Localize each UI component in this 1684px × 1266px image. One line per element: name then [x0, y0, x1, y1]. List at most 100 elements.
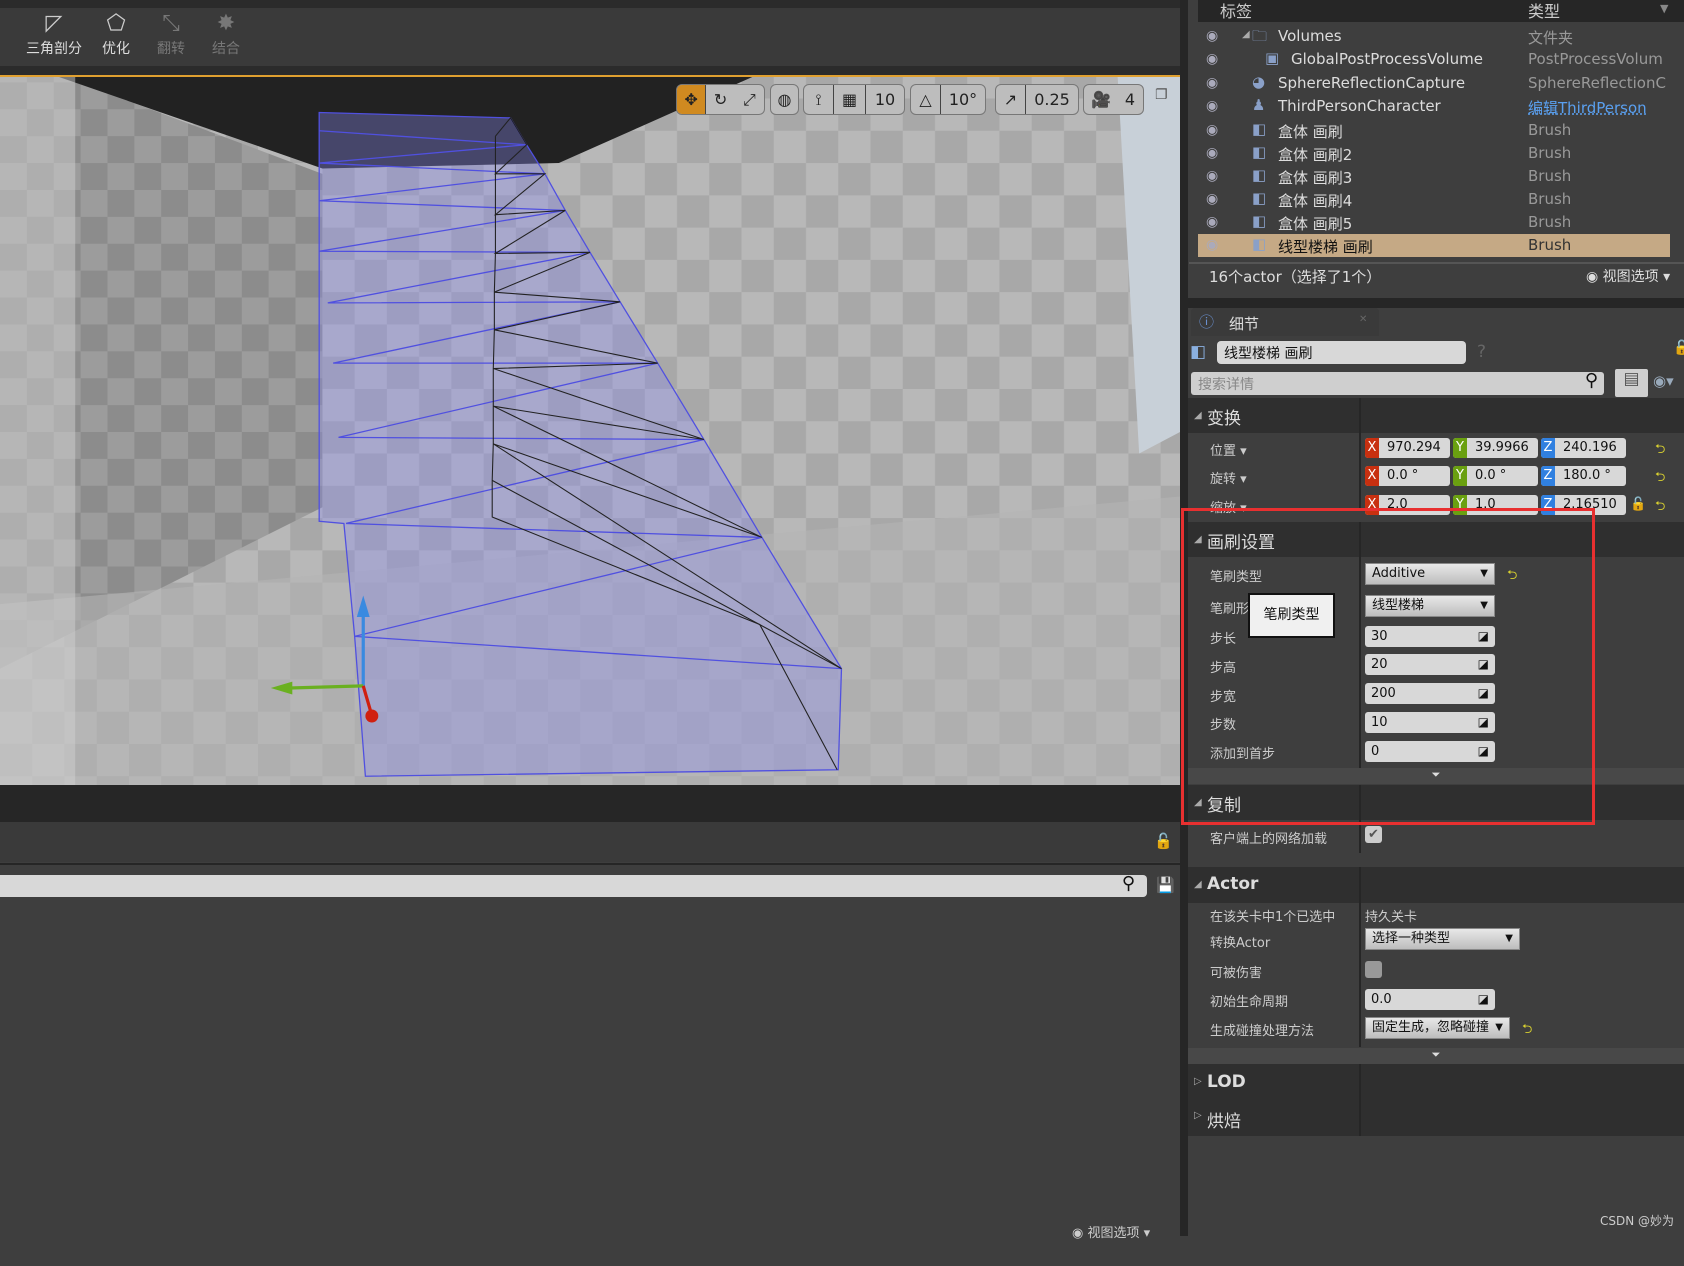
visibility-eye-icon[interactable]: ◉: [1206, 122, 1218, 138]
grid-icon[interactable]: ▦: [834, 85, 866, 114]
toolbar-partial-button[interactable]: ▯刷: [0, 10, 22, 58]
net-load-checkbox[interactable]: ✔: [1365, 826, 1382, 843]
section-brush-settings[interactable]: ◢ 画刷设置: [1188, 522, 1684, 557]
surface-snap-icon[interactable]: ⟟: [804, 85, 834, 114]
content-search-input[interactable]: ⚲: [0, 873, 1147, 897]
close-tab-icon[interactable]: ✕: [1359, 314, 1367, 325]
spawn-collision-dropdown[interactable]: 固定生成，忽略碰撞: [1365, 1017, 1510, 1039]
reset-icon[interactable]: ⮌: [1522, 1020, 1532, 1042]
search-icon[interactable]: ⚲: [1585, 370, 1598, 391]
save-icon[interactable]: 💾: [1156, 876, 1175, 894]
brush-icon: ◧: [1252, 120, 1267, 138]
column-label[interactable]: 标签: [1220, 0, 1252, 22]
scale-z-field[interactable]: Z 2.16510: [1541, 495, 1626, 515]
convert-actor-dropdown[interactable]: 选择一种类型: [1365, 928, 1520, 950]
outliner-row[interactable]: ◉ ◧ 盒体 画刷4 Brush: [1198, 188, 1670, 211]
reset-icon[interactable]: ⮌: [1655, 497, 1665, 519]
actor-name-field[interactable]: 线型楼梯 画刷: [1217, 341, 1466, 364]
lock-icon[interactable]: 🔓: [1154, 832, 1173, 850]
can-be-damaged-checkbox[interactable]: [1365, 961, 1382, 978]
scale-y-field[interactable]: Y 1.0: [1453, 495, 1538, 515]
num-steps-field[interactable]: 10: [1365, 712, 1495, 733]
tab-details[interactable]: ⓘ 细节 ✕: [1191, 308, 1379, 336]
rotation-y-field[interactable]: Y 0.0 °: [1453, 466, 1538, 486]
brush-type-dropdown[interactable]: Additive: [1365, 563, 1495, 585]
step-width-field[interactable]: 200: [1365, 683, 1495, 704]
add-to-first-step-field[interactable]: 0: [1365, 741, 1495, 762]
rotation-z-field[interactable]: Z 180.0 °: [1541, 466, 1626, 486]
visibility-eye-icon[interactable]: ◉: [1206, 75, 1218, 91]
merge-button[interactable]: ✸ 结合: [196, 10, 256, 58]
outliner-view-options[interactable]: ◉ 视图选项 ▾: [1586, 266, 1670, 286]
outliner-row[interactable]: ◉ ◧ 盒体 画刷3 Brush: [1198, 165, 1670, 188]
angle-icon[interactable]: △: [911, 85, 941, 114]
reset-icon[interactable]: ⮌: [1655, 440, 1665, 462]
outliner-row[interactable]: ◉ ♟ ThirdPersonCharacter 编辑ThirdPerson: [1198, 95, 1670, 118]
rotation-snap-value[interactable]: 10°: [941, 85, 985, 114]
collapse-icon[interactable]: ◢: [1242, 29, 1250, 40]
search-icon[interactable]: ⚲: [1122, 873, 1135, 894]
help-icon[interactable]: ?: [1477, 342, 1486, 362]
translate-tool-icon[interactable]: ✥: [677, 85, 707, 114]
outliner-row[interactable]: ◉ ◧ 盒体 画刷2 Brush: [1198, 142, 1670, 165]
visibility-eye-icon[interactable]: ◉: [1206, 98, 1218, 114]
location-z-field[interactable]: Z 240.196: [1541, 438, 1626, 458]
scale-x-field[interactable]: X 2.0: [1365, 495, 1450, 515]
location-x-field[interactable]: X 970.294: [1365, 438, 1450, 458]
column-type[interactable]: 类型: [1528, 0, 1560, 22]
visibility-eye-icon[interactable]: ◉: [1206, 145, 1218, 161]
scale-snap-value[interactable]: 0.25: [1026, 85, 1078, 114]
section-transform[interactable]: ◢ 变换: [1188, 398, 1684, 433]
outliner-row[interactable]: ◉ ◕ SphereReflectionCapture SphereReflectio…: [1198, 72, 1670, 95]
triangulate-button[interactable]: ◸ 三角剖分: [24, 10, 84, 58]
outliner-row[interactable]: ◉ ◧ 盒体 画刷5 Brush: [1198, 211, 1670, 234]
level-viewport[interactable]: ✥ ↻ ⤢ ◍ ⟟ ▦ 10 △ 10° ↗ 0.25 🎥 4 ❐: [0, 75, 1180, 785]
rotation-label[interactable]: 旋转 ▾: [1210, 468, 1247, 487]
axis-label: X: [1365, 495, 1379, 515]
reset-icon[interactable]: ⮌: [1655, 468, 1665, 490]
outliner-row[interactable]: ◉ ◧ 盒体 画刷 Brush: [1198, 119, 1670, 142]
initial-lifespan-field[interactable]: 0.0: [1365, 989, 1495, 1010]
grid-snap-value[interactable]: 10: [866, 85, 904, 114]
row-type[interactable]: 编辑ThirdPerson: [1528, 97, 1666, 118]
outliner-row[interactable]: ◉ ◧ 线型楼梯 画刷 Brush: [1198, 234, 1670, 257]
visibility-eye-icon[interactable]: ◉: [1206, 51, 1218, 67]
scale-label[interactable]: 缩放 ▾: [1210, 497, 1247, 516]
rotate-tool-icon[interactable]: ↻: [706, 85, 734, 114]
scale-lock-icon[interactable]: 🔓: [1630, 497, 1646, 512]
outliner-row[interactable]: ◉ ◢ 🗀 Volumes 文件夹: [1198, 25, 1670, 48]
advanced-expand-icon[interactable]: ⏷: [1188, 1048, 1684, 1064]
visibility-eye-icon[interactable]: ◉: [1206, 191, 1218, 207]
maximize-icon[interactable]: ❐: [1155, 87, 1168, 103]
reset-icon[interactable]: ⮌: [1507, 566, 1517, 588]
lock-icon[interactable]: 🔓: [1673, 340, 1684, 356]
advanced-expand-icon[interactable]: ⏷: [1188, 768, 1684, 784]
scale-snap-icon[interactable]: ↗: [996, 85, 1026, 114]
step-height-field[interactable]: 20: [1365, 654, 1495, 675]
world-space-button[interactable]: ◍: [770, 84, 799, 115]
row-type: Brush: [1528, 213, 1572, 231]
rotation-x-field[interactable]: X 0.0 °: [1365, 466, 1450, 486]
visibility-eye-icon[interactable]: ◉: [1206, 168, 1218, 184]
brush-shape-dropdown[interactable]: 线型楼梯: [1365, 595, 1495, 617]
content-bar: 🔓: [0, 822, 1180, 862]
section-actor[interactable]: ◢ Actor: [1188, 867, 1684, 903]
outliner-row[interactable]: ◉ ▣ GlobalPostProcessVolume PostProcessVolu…: [1198, 48, 1670, 71]
location-label[interactable]: 位置 ▾: [1210, 440, 1247, 459]
section-replication[interactable]: ◢ 复制: [1188, 785, 1684, 820]
visibility-eye-icon[interactable]: ◉: [1206, 214, 1218, 230]
details-search-input[interactable]: 搜索详情 ⚲: [1191, 370, 1604, 395]
visibility-eye-icon[interactable]: ◉: [1206, 237, 1218, 253]
visibility-options-icon[interactable]: ◉▾: [1653, 372, 1674, 390]
flip-button[interactable]: ⤡ 翻转: [141, 10, 201, 58]
viewport-view-options[interactable]: ◉ 视图选项 ▾: [1072, 1222, 1150, 1241]
step-length-field[interactable]: 30: [1365, 626, 1495, 647]
location-y-field[interactable]: Y 39.9966: [1453, 438, 1538, 458]
visibility-eye-icon[interactable]: ◉: [1206, 28, 1218, 44]
section-bake[interactable]: ▷ 烘焙: [1188, 1100, 1359, 1136]
camera-speed-button[interactable]: 🎥 4: [1083, 84, 1144, 115]
column-dropdown-icon[interactable]: ▼: [1660, 2, 1668, 15]
optimize-button[interactable]: ⬠ 优化: [86, 10, 146, 58]
property-matrix-button[interactable]: ▤: [1615, 369, 1648, 397]
scale-tool-icon[interactable]: ⤢: [735, 85, 764, 114]
